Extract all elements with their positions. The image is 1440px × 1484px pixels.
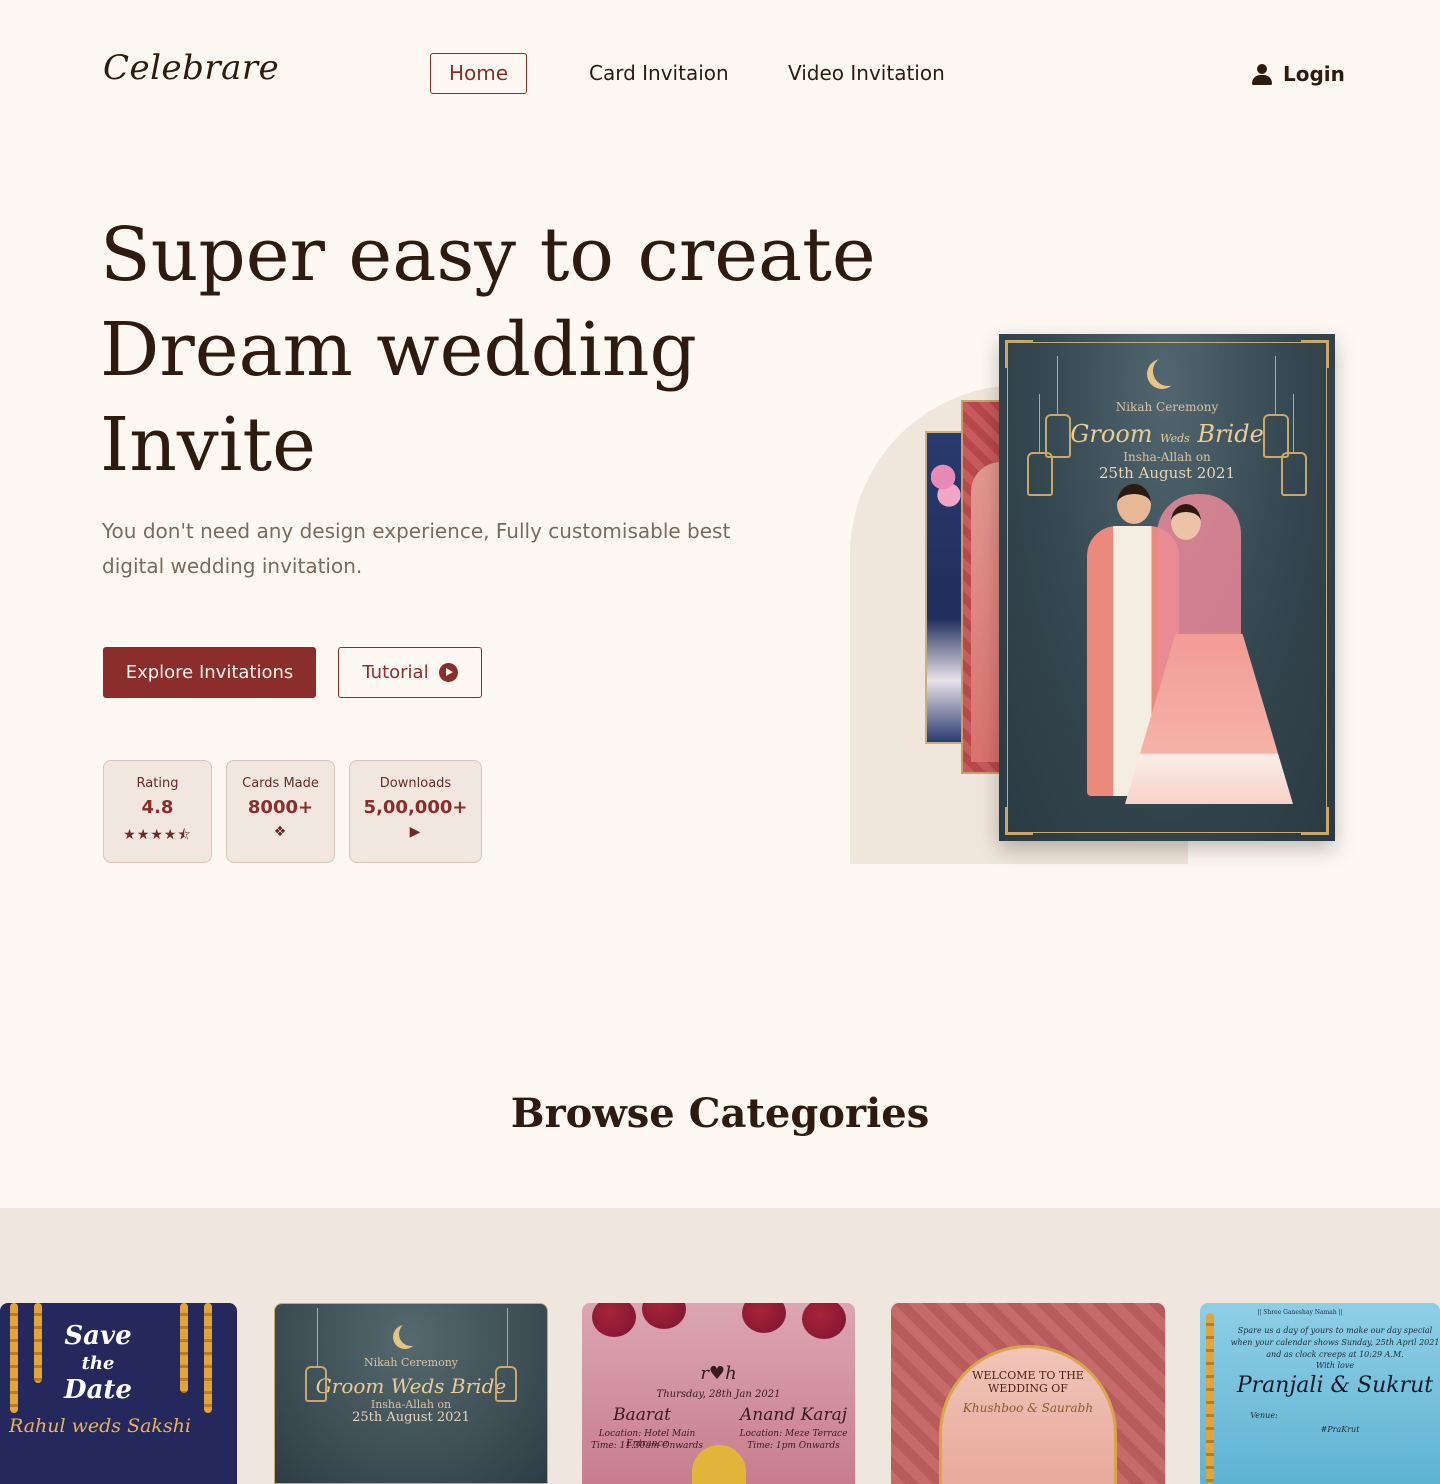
card-the-text: the	[81, 1353, 115, 1374]
hero-invitation-card: Nikah Ceremony Groom Weds Bride Insha-Al…	[999, 334, 1335, 841]
marigold-garland-icon	[204, 1303, 212, 1413]
hero-title-line: Super easy to create	[100, 212, 876, 298]
hero-title-line: Dream wedding	[100, 307, 697, 393]
groom-name: Groom	[1070, 420, 1153, 448]
card-ceremony-text: Nikah Ceremony	[1115, 400, 1219, 414]
nav-home-link[interactable]: Home	[430, 53, 528, 94]
nav-video-invitation-link[interactable]: Video Invitation	[769, 53, 964, 94]
ornament-corner-icon	[1005, 340, 1033, 368]
card-hashtag: #PraKrut	[1320, 1425, 1360, 1434]
cards-icon: ❖	[273, 824, 288, 840]
rose-icon	[642, 1303, 686, 1329]
marigold-garland-icon	[10, 1303, 18, 1413]
marigold-garland-icon	[1206, 1313, 1214, 1483]
card-message: Spare us a day of yours to make our day …	[1230, 1326, 1440, 1359]
bride-face-illustration	[1171, 504, 1201, 540]
user-icon	[1251, 63, 1273, 85]
explore-invitations-button[interactable]: Explore Invitations	[103, 647, 316, 698]
stat-downloads: Downloads 5,00,000+ ▶	[349, 760, 482, 863]
weds-text: Weds	[1160, 432, 1190, 445]
stat-label: Cards Made	[242, 776, 319, 791]
crescent-moon-icon	[1153, 356, 1183, 386]
nav-card-invitation-link[interactable]: Card Invitaion	[570, 53, 748, 94]
stat-value: 5,00,000+	[363, 797, 468, 818]
stat-label: Rating	[136, 776, 179, 791]
card-couple-names: Rahul weds Sakshi	[8, 1415, 192, 1437]
card-top-blessing: || Shree Ganeshay Namah ||	[1257, 1309, 1343, 1316]
rose-icon	[592, 1303, 636, 1337]
marigold-garland-icon	[34, 1303, 42, 1383]
card-save-text: Save	[64, 1321, 132, 1351]
ornament-corner-icon	[1301, 807, 1329, 835]
card-date: 25th August 2021	[352, 1410, 470, 1425]
marigold-garland-icon	[180, 1303, 188, 1393]
category-card-ganesh[interactable]: || Shree Ganeshay Namah || Spare us a da…	[1200, 1303, 1440, 1484]
card-location-right: Location: Meze Terrace	[739, 1429, 848, 1439]
card-time-right: Time: 1pm Onwards	[747, 1441, 840, 1451]
tutorial-button[interactable]: Tutorial	[338, 647, 482, 698]
stat-cards-made: Cards Made 8000+ ❖	[226, 760, 335, 863]
hero-title: Super easy to create Dream wedding Invit…	[100, 208, 920, 493]
ornament-corner-icon	[1005, 807, 1033, 835]
card-welcome-text: WELCOME TO THE WEDDING OF	[972, 1369, 1084, 1395]
stat-label: Downloads	[379, 776, 452, 791]
category-card-welcome[interactable]: WELCOME TO THE WEDDING OF Khushboo & Sau…	[891, 1303, 1165, 1484]
card-couple-names: Groom Weds Bride	[999, 420, 1335, 448]
login-label: Login	[1283, 62, 1345, 86]
groom-face-illustration	[1117, 484, 1151, 524]
bride-name: Bride	[1197, 420, 1264, 448]
stat-value: 8000+	[247, 797, 314, 818]
top-navbar: Celebrare Home Card Invitaion Video Invi…	[0, 0, 1440, 146]
card-event-date: Thursday, 28th Jan 2021	[656, 1389, 781, 1400]
category-card-save-the-date[interactable]: Save the Date Rahul weds Sakshi	[0, 1303, 237, 1484]
browse-categories-heading: Browse Categories	[510, 1090, 930, 1137]
stat-rating: Rating 4.8 ★★★★⯪	[103, 760, 212, 863]
hero-title-line: Invite	[100, 402, 316, 488]
card-venue-label: Venue:	[1250, 1411, 1278, 1420]
card-event-right: Anand Karaj	[740, 1405, 847, 1425]
card-monogram: r♥h	[700, 1363, 737, 1384]
rose-icon	[742, 1303, 786, 1333]
flower-illustration	[931, 453, 961, 513]
card-event-left: Baarat	[613, 1405, 671, 1425]
crescent-moon-icon	[399, 1322, 423, 1346]
login-button[interactable]: Login	[1251, 60, 1345, 88]
category-card-anand-karaj[interactable]: r♥h Thursday, 28th Jan 2021 Baarat Anand…	[582, 1303, 855, 1484]
card-time-left: Time: 11.30am Onwards	[590, 1441, 704, 1451]
play-circle-icon	[438, 663, 458, 682]
category-card-nikah[interactable]: Nikah Ceremony Groom Weds Bride Insha-Al…	[274, 1303, 548, 1484]
stat-value: 4.8	[141, 797, 174, 818]
card-date-text: Date	[64, 1375, 132, 1405]
rose-icon	[802, 1303, 846, 1339]
card-with-love: With love	[1315, 1361, 1355, 1370]
ornament-corner-icon	[1301, 340, 1329, 368]
star-rating-icon: ★★★★⯪	[123, 827, 192, 843]
lantern-icon	[495, 1308, 517, 1402]
card-date: 25th August 2021	[1099, 464, 1235, 482]
brand-logo[interactable]: Celebrare	[103, 48, 279, 88]
tutorial-label: Tutorial	[362, 662, 429, 683]
play-store-icon: ▶	[409, 824, 422, 840]
card-couple-names: Pranjali & Sukrut	[1236, 1373, 1434, 1398]
card-insha-text: Insha-Allah on	[1123, 450, 1211, 464]
hero-subtitle: You don't need any design experience, Fu…	[102, 519, 731, 578]
card-couple-names: Khushboo & Saurabh	[962, 1401, 1094, 1415]
lantern-icon	[305, 1308, 327, 1402]
